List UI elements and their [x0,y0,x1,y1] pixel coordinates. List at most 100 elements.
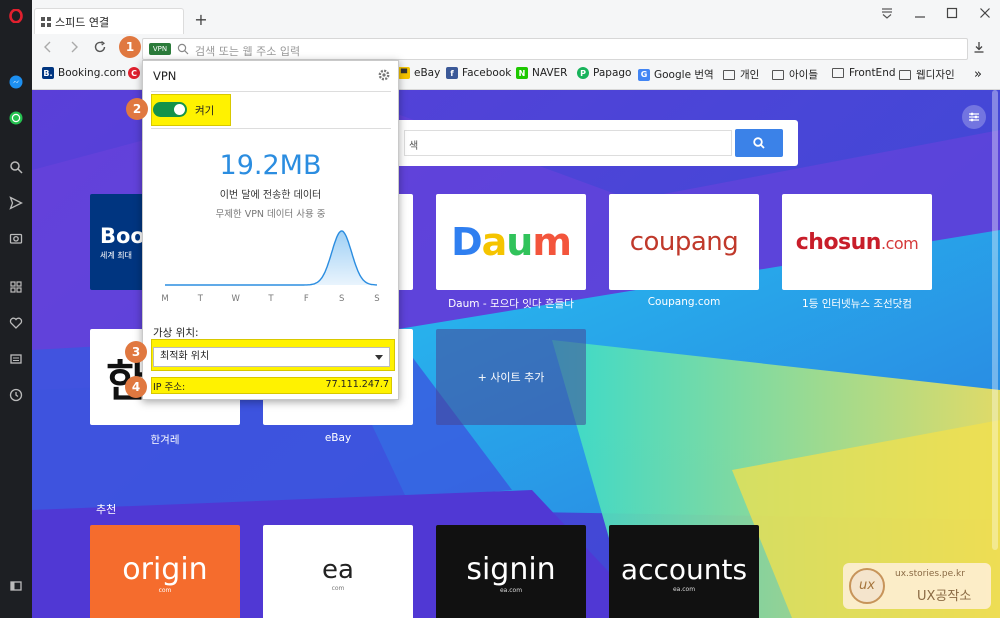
messenger-icon[interactable] [6,72,26,92]
download-icon[interactable] [972,40,992,58]
address-bar[interactable]: VPN 검색 또는 웹 주소 입력 [142,38,968,60]
callout-badge-2: 2 [126,98,148,120]
bookmark-booking[interactable]: B. Booking.com [42,67,126,79]
bookmark-folder-frontend[interactable]: FrontEnd [832,67,896,79]
vpn-data-caption: 이번 달에 전송한 데이터 [219,190,322,201]
bookmark-folder-kids[interactable]: 아이들 [772,67,818,82]
reload-icon[interactable] [90,40,110,58]
tile-caption-hani: 한겨레 [150,434,180,446]
vpn-data-amount: 19.2MB [219,150,322,181]
coupang-logo: coupang [629,227,739,257]
callout-badge-4: 4 [125,376,147,398]
minimize-icon[interactable] [910,6,930,24]
back-icon[interactable] [38,40,58,58]
ip-address-label: IP 주소: [153,382,186,393]
vpn-popup-title: VPN [153,69,177,83]
gear-icon[interactable] [377,68,391,82]
recommended-tile-accounts[interactable]: accounts ea.com [609,525,759,618]
camera-icon[interactable] [6,228,26,248]
folder-icon [832,68,844,78]
speed-dial-tile-daum[interactable]: Daum [436,194,586,290]
speed-dial-search-input[interactable]: 색 [404,130,732,156]
news-icon[interactable] [6,349,26,369]
bookmark-folder-personal[interactable]: 개인 [723,67,759,82]
bookmark-facebook[interactable]: f Facebook [446,67,511,79]
send-icon[interactable] [6,193,26,213]
vpn-unlimited-text: 무제한 VPN 데이터 사용 중 [215,209,326,220]
tab-speed-dial[interactable]: 스피드 연결 [34,8,184,34]
forward-icon[interactable] [64,40,84,58]
virtual-location-label: 가상 위치: [153,327,199,339]
whatsapp-icon[interactable] [6,108,26,128]
daum-logo: Daum [451,220,572,264]
vpn-toggle-label: 켜기 [195,105,215,117]
browser-window: 스피드 연결 + VPN 검색 또는 웹 주소 입력 B. Booking.co… [0,0,1000,618]
vpn-popup: VPN 켜기 19.2MB 이번 달에 전송한 데이터 무제한 VPN 데이터 … [142,60,399,400]
search-submit-button[interactable] [735,129,783,157]
vpn-usage-chart [165,230,377,286]
speed-dial-tab-icon [41,16,51,27]
chart-day-label: F [303,294,309,304]
usage-area [165,231,377,285]
page-scrollbar[interactable] [992,90,998,550]
watermark-url: ux.stories.pe.kr [895,569,965,579]
virtual-location-select[interactable]: 최적화 위치 [153,347,390,367]
recommended-section-title: 추천 [96,503,117,516]
watermark: ux ux.stories.pe.kr UX공작소 [843,563,991,609]
vpn-toggle[interactable] [153,102,187,117]
chart-day-label: S [338,294,345,304]
callout-badge-3: 3 [125,341,147,363]
speed-dial-icon[interactable] [6,277,26,297]
speed-dial-search: 색 [394,120,798,166]
search-icon[interactable] [6,157,26,177]
ebay-bag-icon: ▀ [398,67,410,79]
tile-caption-ebay: eBay [324,432,352,444]
chosun-logo: chosun.com [795,229,919,255]
recommended-tile-signin[interactable]: signin ea.com [436,525,586,618]
tile-caption-chosun: 1등 인터넷뉴스 조선닷컴 [802,298,912,310]
ux-logo-icon: ux [849,568,885,604]
bookmark-folder-webdesign[interactable]: 웹디자인 [899,67,955,82]
address-input[interactable]: 검색 또는 웹 주소 입력 [195,43,300,59]
sidebar-toggle-icon[interactable] [6,576,26,596]
folder-icon [772,69,784,80]
chart-day-label: T [197,294,203,304]
bookmark-google-translate[interactable]: G Google 번역 [638,67,714,82]
ip-address-row: IP 주소: 77.111.247.7 [151,378,392,394]
booking-icon: B. [42,67,54,79]
callout-badge-1: 1 [119,36,141,58]
vpn-badge-button[interactable]: VPN [149,43,171,55]
chart-day-label: W [231,294,240,304]
opera-menu-icon[interactable] [6,6,26,26]
recommended-tile-origin[interactable]: origin com [90,525,240,618]
history-icon[interactable] [6,385,26,405]
chart-day-label: T [268,294,274,304]
bookmarks-more-button[interactable]: » [974,67,982,82]
google-translate-icon: G [638,68,650,81]
tile-caption-coupang: Coupang.com [647,296,721,308]
easy-setup-icon[interactable] [962,105,986,129]
new-tab-button[interactable]: + [192,10,210,29]
speed-dial-tile-chosun[interactable]: chosun.com [782,194,932,290]
tab-menu-icon[interactable] [877,6,897,24]
maximize-icon[interactable] [942,6,962,24]
bookmark-ebay[interactable]: ▀ eBay [398,67,440,79]
sidebar [0,0,32,618]
folder-icon [899,69,911,80]
heart-icon[interactable] [6,313,26,333]
add-site-tile[interactable]: + 사이트 추가 [436,329,586,425]
ip-address-value: 77.111.247.7 [325,379,389,390]
folder-icon [723,69,735,80]
facebook-icon: f [446,67,458,79]
chevron-down-icon [375,355,383,360]
divider [151,128,391,129]
partial-bookmark-icon: C [128,67,140,79]
speed-dial-tile-coupang[interactable]: coupang [609,194,759,290]
papago-icon: P [577,67,589,79]
chart-day-label: S [374,294,380,304]
bookmark-naver[interactable]: N NAVER [516,67,567,79]
recommended-tile-ea[interactable]: ea com [263,525,413,618]
close-icon[interactable] [975,6,995,24]
divider [151,91,391,92]
bookmark-papago[interactable]: P Papago [577,67,631,79]
